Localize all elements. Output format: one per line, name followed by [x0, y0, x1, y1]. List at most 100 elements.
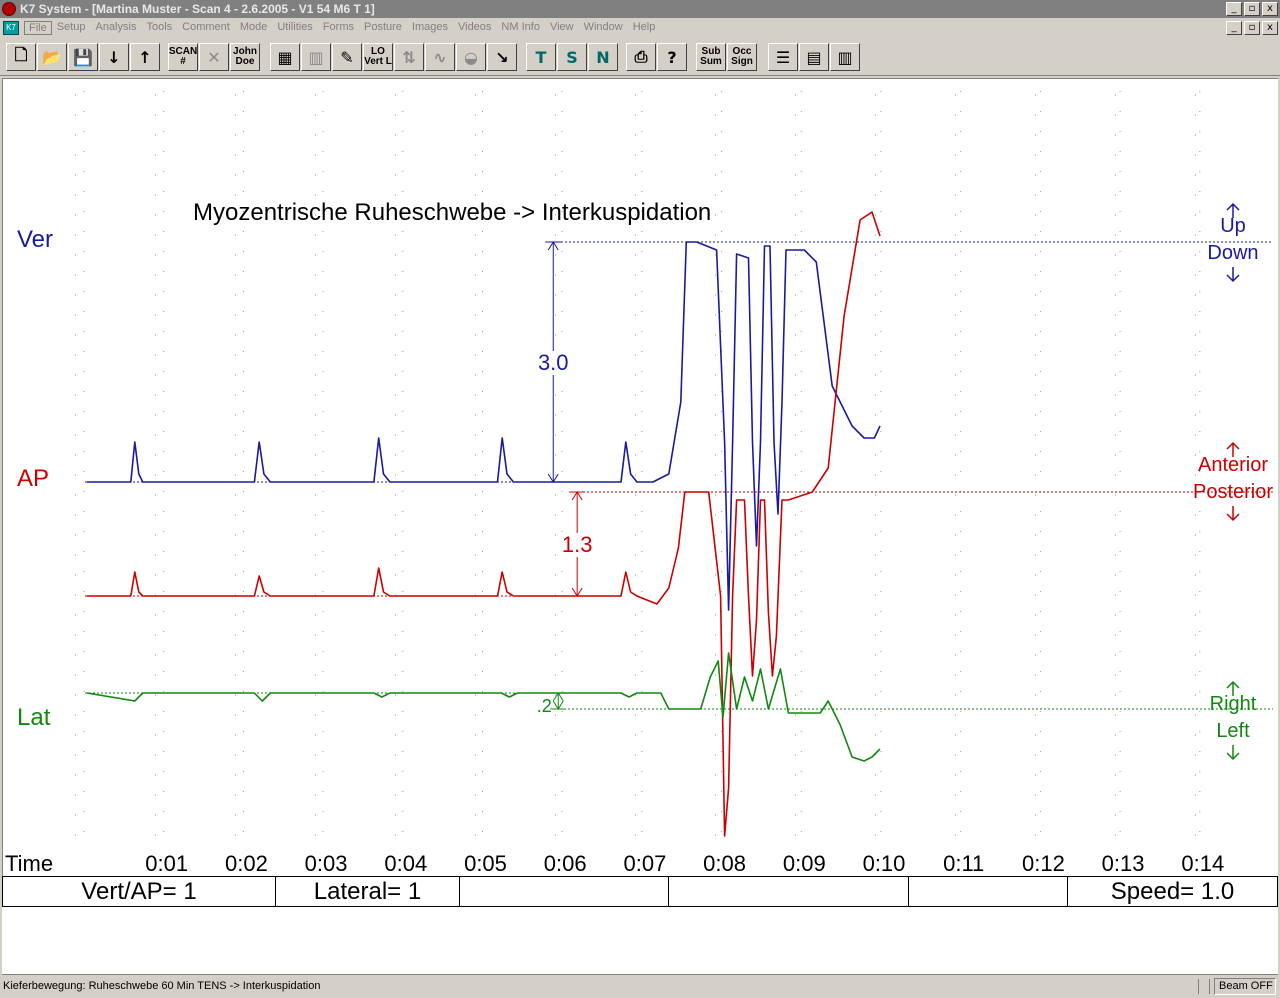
dir-label-right: Right	[1210, 693, 1257, 715]
toolbar-group-2: SCAN # ✕ John Doe	[168, 43, 260, 71]
comment-area[interactable]	[2, 907, 1278, 975]
tools-icon[interactable]: ✕	[199, 43, 229, 71]
dir-arrow-down-icon	[1226, 745, 1240, 761]
menu-analysis[interactable]: Analysis	[90, 21, 141, 35]
x-tick-label: 0:03	[305, 851, 348, 876]
new-file-icon[interactable]: 🗋	[6, 43, 36, 71]
dir-arrow-down-icon	[1226, 267, 1240, 283]
scan-number-text-2: #	[180, 56, 186, 67]
trace-ver	[87, 241, 881, 611]
channel-label-ap: AP	[17, 465, 49, 492]
menu-tools[interactable]: Tools	[141, 21, 177, 35]
template-n-icon[interactable]: N	[588, 43, 618, 71]
doc-close-button[interactable]: x	[1262, 21, 1278, 35]
template-s-icon[interactable]: S	[557, 43, 587, 71]
sub-sum-text-2: Sum	[700, 56, 722, 67]
title-bar: K7 System - [Martina Muster - Scan 4 - 2…	[0, 0, 1280, 18]
x-tick-label: 0:04	[384, 851, 427, 876]
x-tick-label: 0:06	[544, 851, 587, 876]
template-t-icon[interactable]: T	[526, 43, 556, 71]
menu-help[interactable]: Help	[628, 21, 661, 35]
x-tick-label: 0:11	[943, 851, 984, 876]
arrow-down-icon[interactable]: ↓	[99, 43, 129, 71]
doc-minimize-button[interactable]: _	[1226, 21, 1242, 35]
document-icon[interactable]: K7	[3, 21, 19, 35]
pencil-icon[interactable]: ✎	[332, 43, 362, 71]
menu-forms[interactable]: Forms	[318, 21, 359, 35]
chart-svg: Myozentrische Ruheschwebe -> Interkuspid…	[5, 91, 1273, 876]
cursor-icon[interactable]: ↘	[487, 43, 517, 71]
trace-lat	[86, 652, 881, 762]
x-tick-label: 0:10	[863, 851, 906, 876]
x-tick-label: 0:05	[464, 851, 507, 876]
sweep-icon[interactable]: ▦	[270, 43, 300, 71]
menu-mode[interactable]: Mode	[235, 21, 273, 35]
bars-icon[interactable]: ▥	[301, 43, 331, 71]
dir-label-posterior: Posterior	[1193, 481, 1273, 503]
x-tick-label: 0:13	[1102, 851, 1145, 876]
sub-sum-icon[interactable]: Sub Sum	[696, 43, 726, 71]
help-icon[interactable]: ?	[657, 43, 687, 71]
toolbar-group-4: TSN	[526, 43, 618, 71]
restore-button[interactable]: ▫	[1244, 2, 1260, 16]
menu-file[interactable]: File	[24, 21, 52, 35]
layout-cols-icon[interactable]: ▥	[830, 43, 860, 71]
window-title: K7 System - [Martina Muster - Scan 4 - 2…	[20, 2, 375, 16]
printer-icon[interactable]: ⎙	[626, 43, 656, 71]
lat-icon[interactable]: ⇅	[394, 43, 424, 71]
app-icon[interactable]	[2, 2, 16, 16]
menu-nm-info[interactable]: NM Info	[496, 21, 545, 35]
menu-view[interactable]: View	[545, 21, 579, 35]
channel-label-lat: Lat	[17, 704, 51, 731]
info-cell-empty-3	[909, 877, 1068, 906]
dir-label-anterior: Anterior	[1198, 454, 1268, 476]
x-axis-label: Time	[5, 851, 53, 876]
occ-sign-icon[interactable]: Occ Sign	[727, 43, 757, 71]
window-controls: _ ▫ x	[1226, 2, 1278, 16]
toolbar-group-6: Sub Sum Occ Sign	[696, 43, 757, 71]
menu-videos[interactable]: Videos	[453, 21, 496, 35]
wave-icon[interactable]: ∿	[425, 43, 455, 71]
menu-bar: K7 File Setup Analysis Tools Comment Mode Util…	[0, 18, 1280, 38]
layout-rows-icon[interactable]: ▤	[799, 43, 829, 71]
x-tick-label: 0:08	[703, 851, 746, 876]
menu-setup[interactable]: Setup	[52, 21, 91, 35]
measure-label-ver: 3.0	[538, 350, 569, 375]
x-tick-label: 0:14	[1181, 851, 1224, 876]
speed-value: Speed= 1.0	[1110, 878, 1235, 905]
minimize-button[interactable]: _	[1226, 2, 1242, 16]
arrow-up-icon[interactable]: ↑	[130, 43, 160, 71]
vert-lat-icon[interactable]: LO Vert L	[363, 43, 393, 71]
info-bar: Vert/AP= 1 Lateral= 1 Speed= 1.0	[2, 876, 1278, 907]
john-doe-icon[interactable]: John Doe	[230, 43, 260, 71]
toolbar-group-1: 🗋 📂 💾 ↓ ↑	[6, 43, 160, 71]
chart-area[interactable]: Myozentrische Ruheschwebe -> Interkuspid…	[2, 78, 1278, 878]
head-icon[interactable]: ◒	[456, 43, 486, 71]
layout-stack-icon[interactable]: ☰	[768, 43, 798, 71]
x-tick-label: 0:07	[623, 851, 666, 876]
scan-number-icon[interactable]: SCAN #	[168, 43, 198, 71]
dir-label-up: Up	[1220, 215, 1246, 237]
menu-comment[interactable]: Comment	[177, 21, 235, 35]
menu-window[interactable]: Window	[579, 21, 628, 35]
menu-images[interactable]: Images	[407, 21, 453, 35]
document-controls: _ ▫ x	[1226, 21, 1278, 35]
dir-label-down: Down	[1207, 242, 1258, 264]
status-bar: Kieferbewegung: Ruheschwebe 60 Min TENS …	[0, 976, 1280, 998]
menu-posture[interactable]: Posture	[359, 21, 407, 35]
dir-arrow-down-icon	[1226, 506, 1240, 522]
doc-restore-button[interactable]: ▫	[1244, 21, 1260, 35]
measure-label-lat: .2	[537, 696, 552, 716]
menu-utilities[interactable]: Utilities	[272, 21, 317, 35]
toolbar: 🗋 📂 💾 ↓ ↑ SCAN # ✕ John Doe ▦ ▥ ✎ LO Vert L ⇅ ∿ ◒ ↘ T S N ⎙? Su…	[0, 38, 1280, 76]
trace-ap	[87, 211, 881, 837]
info-cell-empty-2	[669, 877, 909, 906]
x-tick-label: 0:12	[1022, 851, 1065, 876]
measure-label-ap: 1.3	[562, 532, 593, 557]
save-icon[interactable]: 💾	[68, 43, 98, 71]
john-doe-text-2: Doe	[235, 56, 255, 67]
toolbar-group-5: ⎙?	[626, 43, 687, 71]
close-button[interactable]: x	[1262, 2, 1278, 16]
info-cell-empty-1	[460, 877, 669, 906]
open-folder-icon[interactable]: 📂	[37, 43, 67, 71]
